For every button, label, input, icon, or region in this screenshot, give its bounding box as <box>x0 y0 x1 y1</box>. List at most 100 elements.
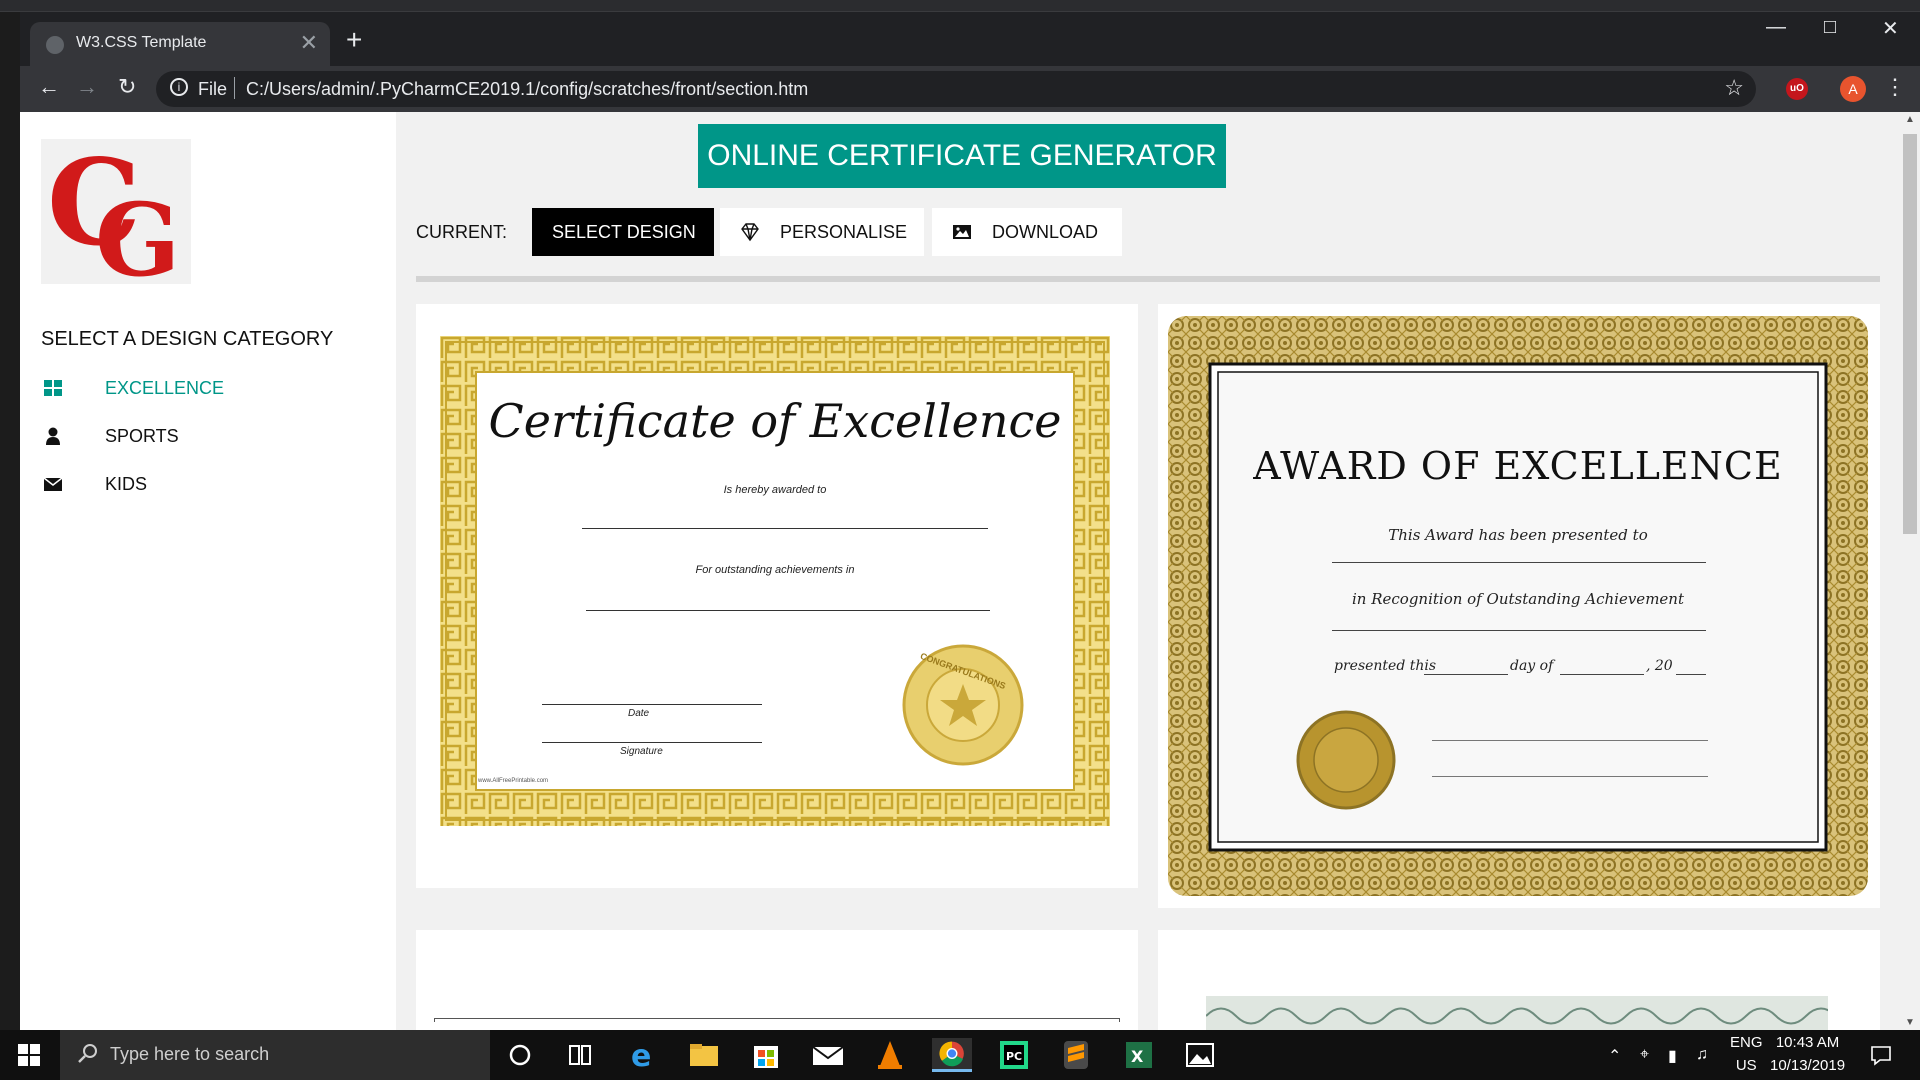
main-content: ONLINE CERTIFICATE GENERATOR CURRENT: SE… <box>396 112 1900 1030</box>
chrome-icon[interactable] <box>932 1038 972 1072</box>
notifications-icon[interactable] <box>1870 1044 1892 1066</box>
cert2-title: AWARD OF EXCELLENCE <box>1253 444 1783 488</box>
bookmark-star-icon[interactable]: ☆ <box>1724 75 1744 101</box>
step-label: SELECT DESIGN <box>552 222 696 242</box>
download-button[interactable]: DOWNLOAD <box>932 208 1122 256</box>
design-card-3[interactable] <box>416 930 1138 1030</box>
select-design-button[interactable]: SELECT DESIGN <box>532 208 714 256</box>
close-tab-icon[interactable]: ✕ <box>300 30 318 56</box>
minimize-icon[interactable]: — <box>1766 16 1786 39</box>
globe-icon <box>46 36 64 54</box>
info-icon[interactable]: i <box>170 78 188 96</box>
design-card-4[interactable] <box>1158 930 1880 1030</box>
page-scrollbar[interactable]: ▲ ▼ <box>1900 112 1920 1030</box>
volume-icon[interactable]: ♫ <box>1696 1046 1708 1064</box>
network-icon[interactable]: ⌖ <box>1640 1046 1649 1064</box>
category-kids[interactable]: KIDS <box>41 470 341 498</box>
lang-bottom: US <box>1735 1057 1757 1074</box>
image-icon <box>953 225 971 239</box>
certificate-preview: AWARD OF EXCELLENCE This Award has been … <box>1168 316 1868 896</box>
signature-line-2 <box>1432 776 1708 777</box>
sublime-text-icon[interactable] <box>1056 1038 1096 1072</box>
cert2-line2: in Recognition of Outstanding Achievemen… <box>1352 590 1684 608</box>
store-icon[interactable] <box>746 1038 786 1072</box>
battery-icon[interactable]: ▮ <box>1668 1046 1677 1066</box>
page-viewport: C G SELECT A DESIGN CATEGORY EXCELLENCE … <box>20 112 1920 1030</box>
maximize-icon[interactable]: □ <box>1824 16 1836 39</box>
browser-tab[interactable]: W3.CSS Template ✕ <box>30 22 330 66</box>
screen: W3.CSS Template ✕ + — □ ✕ ← → ↻ i File C… <box>0 0 1920 1080</box>
cg-logo: C G <box>41 133 191 299</box>
category-excellence[interactable]: EXCELLENCE <box>41 374 341 402</box>
cert1-awarded: Is hereby awarded to <box>723 484 827 496</box>
windows-start-icon[interactable] <box>18 1044 40 1066</box>
url-text[interactable]: C:/Users/admin/.PyCharmCE2019.1/config/s… <box>246 79 808 100</box>
recipient-line <box>1332 562 1706 563</box>
cert2-day-of: day of <box>1510 658 1554 674</box>
cert1-achievement: For outstanding achievements in <box>695 564 855 576</box>
recognition-line <box>1332 630 1706 631</box>
cert1-title: Certificate of Excellence <box>488 394 1062 448</box>
category-heading: SELECT A DESIGN CATEGORY <box>41 328 334 350</box>
scroll-up-icon[interactable]: ▲ <box>1904 114 1916 125</box>
browser-menu-icon[interactable]: ⋮ <box>1884 74 1906 100</box>
browser-toolbar: ← → ↻ i File C:/Users/admin/.PyCharmCE20… <box>0 66 1920 112</box>
gold-seal-icon <box>902 644 1024 766</box>
address-bar[interactable]: i File C:/Users/admin/.PyCharmCE2019.1/c… <box>156 71 1756 107</box>
search-placeholder: Type here to search <box>110 1044 270 1064</box>
certificate-preview: Certificate of Excellence Is hereby awar… <box>440 336 1110 826</box>
new-tab-button[interactable]: + <box>346 24 362 56</box>
mail-icon[interactable] <box>808 1038 848 1072</box>
pycharm-icon[interactable]: PC <box>994 1038 1034 1072</box>
scroll-down-icon[interactable]: ▼ <box>1904 1017 1916 1028</box>
browser-tabstrip: W3.CSS Template ✕ + — □ ✕ <box>0 0 1920 66</box>
svg-text:X: X <box>1131 1047 1144 1066</box>
name-line <box>582 528 988 529</box>
diamond-icon <box>741 223 759 242</box>
excel-icon[interactable]: X <box>1118 1038 1158 1072</box>
svg-text:PC: PC <box>1006 1050 1022 1063</box>
vlc-icon[interactable] <box>870 1038 910 1072</box>
photos-icon[interactable] <box>1180 1038 1220 1072</box>
category-sports[interactable]: SPORTS <box>41 422 341 450</box>
reload-icon[interactable]: ↻ <box>118 74 136 100</box>
signature-line <box>542 742 762 743</box>
url-separator <box>234 77 235 99</box>
taskbar-search[interactable]: Type here to search <box>60 1030 490 1080</box>
url-scheme: File <box>198 79 228 99</box>
clock-time: 10:43 AM <box>1775 1034 1840 1051</box>
personalise-button[interactable]: PERSONALISE <box>720 208 924 256</box>
envelope-icon <box>43 477 63 491</box>
month-line <box>1560 674 1644 675</box>
task-view-icon[interactable] <box>560 1038 600 1072</box>
taskbar: Type here to search e PC X ⌃ ⌖ ▮ ♫ ENG U… <box>0 1030 1920 1080</box>
cert1-signature: Signature <box>620 746 663 757</box>
tab-title: W3.CSS Template <box>76 34 207 51</box>
step-label: PERSONALISE <box>780 222 908 242</box>
signature-line-1 <box>1432 740 1708 741</box>
system-clock[interactable]: 10:43 AM 10/13/2019 <box>1770 1034 1845 1074</box>
profile-avatar[interactable]: A <box>1840 76 1866 102</box>
svg-text:e: e <box>631 1039 651 1072</box>
edge-icon[interactable]: e <box>622 1038 662 1072</box>
year-line <box>1676 674 1706 675</box>
day-line <box>1424 674 1508 675</box>
cortana-icon[interactable] <box>500 1038 540 1072</box>
cert1-date: Date <box>628 708 650 719</box>
date-line <box>542 704 762 705</box>
gold-seal-icon <box>1296 710 1396 810</box>
back-icon[interactable]: ← <box>38 74 60 100</box>
clock-date: 10/13/2019 <box>1770 1057 1846 1074</box>
scrollbar-thumb[interactable] <box>1903 134 1917 534</box>
window-close-icon[interactable]: ✕ <box>1882 16 1899 41</box>
achievement-line <box>586 610 990 611</box>
user-icon <box>46 427 60 445</box>
tray-overflow-icon[interactable]: ⌃ <box>1608 1046 1621 1066</box>
design-card-1[interactable]: Certificate of Excellence Is hereby awar… <box>416 304 1138 888</box>
progress-divider <box>416 276 1880 282</box>
design-card-2[interactable]: AWARD OF EXCELLENCE This Award has been … <box>1158 304 1880 908</box>
input-language[interactable]: ENG US <box>1730 1034 1763 1074</box>
ublock-extension-icon[interactable]: uO <box>1786 78 1808 100</box>
file-explorer-icon[interactable] <box>684 1038 724 1072</box>
forward-icon[interactable]: → <box>76 74 98 100</box>
